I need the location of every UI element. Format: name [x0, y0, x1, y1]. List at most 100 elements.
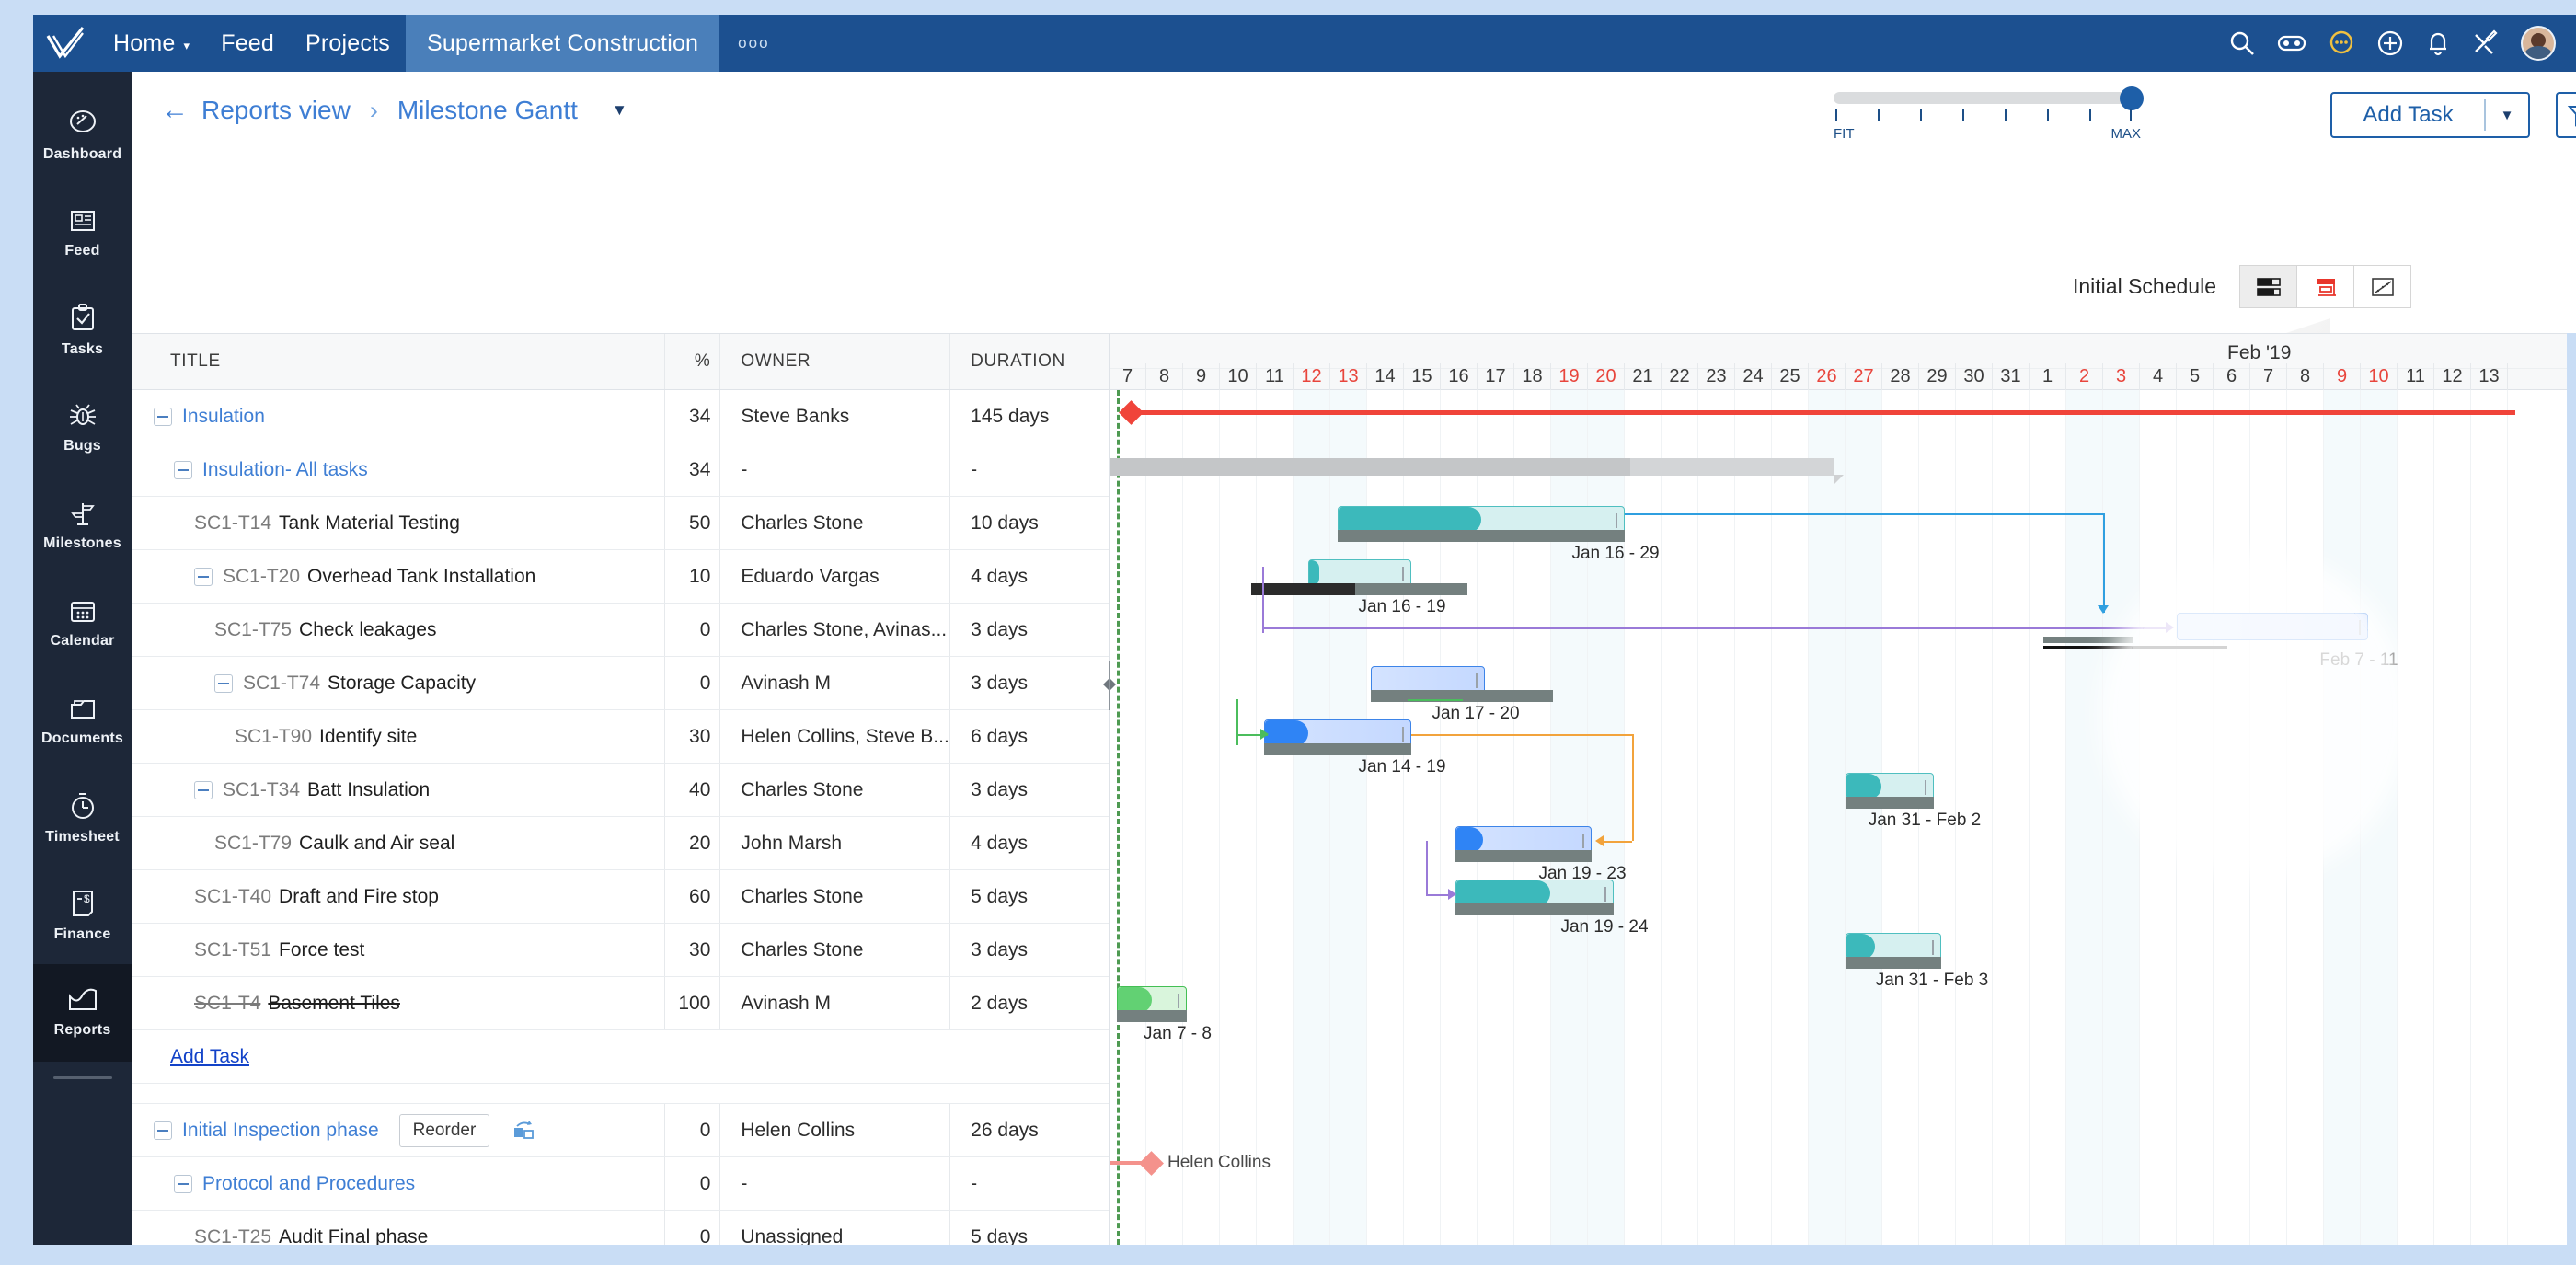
gantt-bar-date-label: Jan 14 - 19 — [1358, 757, 1445, 777]
nav-item-supermarket-construction[interactable]: Supermarket Construction — [406, 15, 719, 72]
bar-resize-handle[interactable] — [1932, 940, 1936, 955]
zoom-slider-track[interactable] — [1834, 92, 2137, 104]
column-header-duration[interactable]: DURATION — [949, 334, 1109, 389]
column-header-title[interactable]: TITLE — [132, 351, 664, 372]
summary-bar[interactable] — [1110, 458, 1834, 476]
sidebar-item-calendar[interactable]: Calendar — [33, 574, 132, 672]
row-collapse-toggle[interactable] — [194, 781, 213, 799]
group-name-link[interactable]: Insulation — [182, 406, 265, 428]
red-gantt-icon[interactable] — [2296, 265, 2354, 308]
table-row[interactable]: SC1-T40Draft and Fire stop60Charles Ston… — [132, 870, 1109, 924]
baseline-bar — [1264, 743, 1411, 755]
task-code: SC1-T20 — [223, 566, 300, 588]
bar-resize-handle[interactable] — [1582, 834, 1586, 848]
chat-icon[interactable] — [2328, 29, 2355, 57]
cell-duration: 3 days — [949, 657, 1109, 709]
group-name-link[interactable]: Protocol and Procedures — [202, 1173, 415, 1195]
bar-resize-handle[interactable] — [1402, 567, 1406, 581]
bar-resize-handle[interactable] — [1604, 887, 1608, 902]
reorder-move-icon[interactable] — [510, 1116, 539, 1145]
sidebar-item-timesheet[interactable]: Timesheet — [33, 769, 132, 867]
cell-owner: John Marsh — [719, 817, 949, 869]
row-collapse-toggle[interactable] — [194, 568, 213, 586]
gantt-day-column — [2250, 390, 2287, 1245]
table-row[interactable]: SC1-T4Basement Tiles100Avinash M2 days — [132, 977, 1109, 1030]
add-task-link[interactable]: Add Task — [170, 1046, 249, 1068]
table-row[interactable]: SC1-T14Tank Material Testing50Charles St… — [132, 497, 1109, 550]
group-name-link[interactable]: Insulation- All tasks — [202, 459, 368, 481]
gantt-day-label: 18 — [1514, 363, 1551, 390]
avatar[interactable] — [2521, 26, 2556, 61]
task-code: SC1-T79 — [214, 833, 292, 855]
row-collapse-toggle[interactable] — [174, 461, 192, 479]
table-row[interactable]: Protocol and Procedures0-- — [132, 1157, 1109, 1211]
chevron-down-icon[interactable]: ▼ — [612, 101, 627, 120]
search-icon[interactable] — [2228, 29, 2256, 57]
row-collapse-toggle[interactable] — [174, 1175, 192, 1193]
bar-resize-handle[interactable] — [1925, 780, 1928, 795]
table-row[interactable]: SC1-T25Audit Final phase0Unassigned5 day… — [132, 1211, 1109, 1245]
baseline-bars-icon[interactable] — [2239, 265, 2297, 308]
nav-item-feed[interactable]: Feed — [205, 15, 290, 72]
cell-title: SC1-T4Basement Tiles — [132, 977, 664, 1029]
table-row[interactable]: SC1-T51Force test30Charles Stone3 days — [132, 924, 1109, 977]
baseline-bar-fill — [2043, 637, 2133, 643]
table-row[interactable]: SC1-T20Overhead Tank Installation10Eduar… — [132, 550, 1109, 604]
gantt-chart[interactable]: Feb '19 78910111213141516171819202122232… — [1110, 333, 2576, 1245]
column-resize-handle[interactable] — [1103, 661, 1116, 710]
column-header-owner[interactable]: OWNER — [719, 334, 949, 389]
add-task-button[interactable]: Add Task ▼ — [2330, 92, 2530, 138]
table-row[interactable]: SC1-T34Batt Insulation40Charles Stone3 d… — [132, 764, 1109, 817]
bar-resize-handle[interactable] — [2359, 620, 2363, 635]
column-header-percent[interactable]: % — [664, 334, 719, 389]
sidebar-item-milestones[interactable]: Milestones — [33, 477, 132, 574]
chevron-down-icon[interactable]: ▼ — [2486, 108, 2528, 123]
group-name-link[interactable]: Initial Inspection phase — [182, 1120, 379, 1142]
nav-item-projects[interactable]: Projects — [290, 15, 406, 72]
table-row[interactable]: Insulation- All tasks34-- — [132, 443, 1109, 497]
bar-resize-handle[interactable] — [1402, 727, 1406, 742]
zoom-slider-knob[interactable] — [2120, 86, 2144, 110]
row-collapse-toggle[interactable] — [154, 408, 172, 426]
calendar-scatter-icon[interactable] — [2353, 265, 2411, 308]
task-table-header: TITLE % OWNER DURATION — [132, 333, 1109, 390]
row-collapse-toggle[interactable] — [154, 1121, 172, 1140]
table-row[interactable]: Insulation34Steve Banks145 days — [132, 390, 1109, 443]
breadcrumb-parent[interactable]: Reports view — [201, 96, 351, 125]
reorder-button[interactable]: Reorder — [399, 1114, 490, 1147]
sidebar-item-feed[interactable]: Feed — [33, 184, 132, 282]
bar-resize-handle[interactable] — [1476, 673, 1479, 688]
filter-button[interactable] — [2556, 92, 2576, 138]
sidebar-item-reports[interactable]: Reports — [33, 964, 132, 1062]
table-row[interactable]: SC1-T90Identify site30Helen Collins, Ste… — [132, 710, 1109, 764]
sidebar-item-finance[interactable]: $ Finance — [33, 867, 132, 964]
table-row[interactable]: SC1-T74Storage Capacity0Avinash M3 days — [132, 657, 1109, 710]
bell-icon[interactable] — [2425, 29, 2451, 57]
table-row[interactable]: Initial Inspection phaseReorder0Helen Co… — [132, 1104, 1109, 1157]
plus-circle-icon[interactable] — [2376, 29, 2404, 57]
page-title[interactable]: Milestone Gantt — [397, 96, 578, 125]
tools-icon[interactable] — [2472, 29, 2500, 57]
cell-title: Insulation- All tasks — [132, 443, 664, 496]
nav-overflow-button[interactable]: ooo — [719, 15, 788, 72]
zoom-label-max: MAX — [2110, 126, 2141, 142]
app-logo[interactable] — [33, 15, 98, 72]
sidebar-item-tasks[interactable]: Tasks — [33, 282, 132, 379]
bar-resize-handle[interactable] — [1616, 513, 1619, 528]
gantt-day-column — [2471, 390, 2508, 1245]
sidebar-item-bugs[interactable]: Bugs — [33, 379, 132, 477]
table-row[interactable]: SC1-T79Caulk and Air seal20John Marsh4 d… — [132, 817, 1109, 870]
games-icon[interactable] — [2277, 31, 2306, 55]
row-collapse-toggle[interactable] — [214, 674, 233, 693]
gantt-day-column — [1294, 390, 1330, 1245]
arrow-left-icon[interactable]: ← — [161, 97, 189, 124]
cell-duration: 2 days — [949, 977, 1109, 1029]
gantt-day-column — [1110, 390, 1146, 1245]
bar-resize-handle[interactable] — [1178, 994, 1181, 1008]
sidebar-item-dashboard[interactable]: Dashboard — [33, 86, 132, 184]
zoom-slider[interactable]: FIT MAX — [1834, 83, 2137, 143]
sidebar-item-documents[interactable]: Documents — [33, 672, 132, 769]
cell-owner: Helen Collins, Steve B... — [719, 710, 949, 763]
nav-item-home[interactable]: Home ▾ — [98, 15, 205, 72]
table-row[interactable]: SC1-T75Check leakages0Charles Stone, Avi… — [132, 604, 1109, 657]
